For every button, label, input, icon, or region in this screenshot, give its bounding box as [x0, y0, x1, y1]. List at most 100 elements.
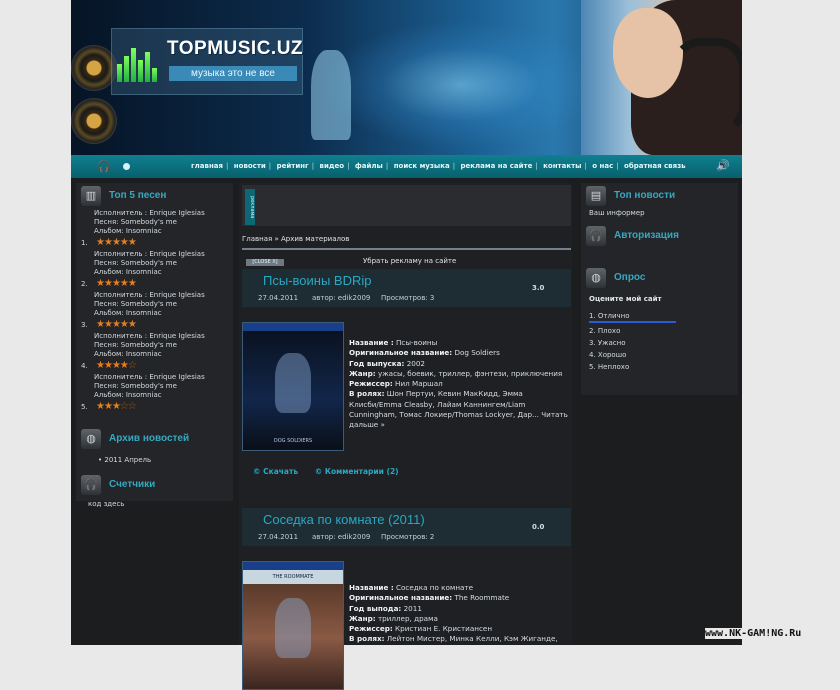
post-actions: © Скачать © Комментарии (2) [253, 467, 413, 476]
poll-option[interactable]: 4. Хорошо [589, 349, 738, 361]
nav-link-advertising[interactable]: реклама на сайте [458, 162, 536, 170]
auth-title[interactable]: Авторизация [614, 230, 679, 241]
star-rating[interactable]: ★★★★★ [96, 237, 137, 248]
archive-item-label[interactable]: 2011 Апрель [104, 456, 151, 464]
post-author[interactable]: автор: edik2009 [312, 533, 370, 541]
star-filled-icon[interactable]: ★ [104, 360, 113, 371]
star-rating[interactable]: ★★★★★ [96, 319, 137, 330]
nav-link-files[interactable]: файлы [352, 162, 386, 170]
star-filled-icon[interactable]: ★ [96, 360, 105, 371]
breadcrumb[interactable]: Главная » Архив материалов [242, 235, 349, 243]
post-rating: 0.0 [532, 523, 545, 531]
globe-icon: ◍ [586, 268, 606, 288]
song-item[interactable]: 4. Исполнитель : Enrique Iglesias Песня:… [81, 332, 233, 373]
star-rating[interactable]: ★★★★☆ [96, 360, 137, 371]
star-filled-icon[interactable]: ★ [128, 319, 137, 330]
post-field: Название : Псы-воины [349, 338, 571, 348]
site-logo[interactable]: TOPMUSIC.UZ [167, 38, 303, 60]
star-filled-icon[interactable]: ★ [96, 401, 105, 412]
star-filled-icon[interactable]: ★ [120, 278, 129, 289]
news-informer: Ваш информер [589, 209, 645, 217]
nav-link-rating[interactable]: рейтинг [274, 162, 312, 170]
field-key: Оригинальное название: [349, 348, 453, 358]
poll-options: 1. Отлично 2. Плохо 3. Ужасно 4. Хорошо … [589, 311, 738, 373]
star-empty-icon[interactable]: ☆ [120, 401, 129, 412]
archive-title: Архив новостей [109, 433, 190, 444]
star-filled-icon[interactable]: ★ [104, 278, 113, 289]
news-header: ▤ Топ новости [581, 183, 738, 209]
archive-item[interactable]: • 2011 Апрель [98, 456, 233, 464]
site-slogan: музыка это не все [169, 66, 297, 81]
song-artist: Исполнитель : Enrique Iglesias [94, 291, 205, 299]
nav-link-news[interactable]: новости [231, 162, 269, 170]
star-filled-icon[interactable]: ★ [104, 401, 113, 412]
post-field: Режиссер: Нил Маршал [349, 379, 571, 389]
poster-figure [275, 353, 311, 413]
post-poster-image[interactable]: THE ROOMMATE [242, 561, 344, 690]
download-link[interactable]: © Скачать [253, 467, 298, 476]
star-filled-icon[interactable]: ★ [96, 237, 105, 248]
star-filled-icon[interactable]: ★ [112, 319, 121, 330]
star-filled-icon[interactable]: ★ [112, 401, 121, 412]
post-field: Оригинальное название: The Roommate [349, 593, 571, 603]
main-content: реклама Главная » Архив материалов [CLOS… [239, 183, 572, 690]
star-filled-icon[interactable]: ★ [104, 237, 113, 248]
song-number: 4. [81, 362, 88, 370]
nav-link-video[interactable]: видео [317, 162, 348, 170]
nav-link-about[interactable]: о нас [589, 162, 616, 170]
song-album: Альбом: Insomniac [94, 227, 162, 235]
nav-link-music-search[interactable]: поиск музыка [391, 162, 453, 170]
poll-question: Оцените мой сайт [589, 295, 662, 303]
post-title-link[interactable]: Псы-воины BDRip [263, 273, 371, 288]
star-filled-icon[interactable]: ★ [120, 360, 129, 371]
site-container: TOPMUSIC.UZ музыка это не все 🎧 главная |… [71, 0, 742, 690]
post-title-link[interactable]: Соседка по комнате (2011) [263, 512, 425, 527]
star-filled-icon[interactable]: ★ [120, 237, 129, 248]
nav-link-feedback[interactable]: обратная связь [621, 162, 689, 170]
star-filled-icon[interactable]: ★ [120, 319, 129, 330]
star-filled-icon[interactable]: ★ [112, 237, 121, 248]
volume-icon[interactable]: 🔊 [716, 159, 730, 172]
song-item[interactable]: 5. Исполнитель : Enrique Iglesias Песня:… [81, 373, 233, 414]
star-filled-icon[interactable]: ★ [128, 237, 137, 248]
field-value: Кристиан Е. Кристиансен [395, 624, 493, 634]
post-author[interactable]: автор: edik2009 [312, 294, 370, 302]
star-filled-icon[interactable]: ★ [96, 319, 105, 330]
post-field: Год выпуска: 2002 [349, 359, 571, 369]
post-poster-image[interactable]: DOG SOLDIERS [242, 322, 344, 451]
post-field: Год выпода: 2011 [349, 604, 571, 614]
poll-option[interactable]: 1. Отлично [589, 311, 676, 323]
star-filled-icon[interactable]: ★ [112, 278, 121, 289]
field-value: Соседка по комнате [396, 583, 474, 592]
close-ad-button[interactable]: [CLOSE X] [246, 259, 284, 266]
star-filled-icon[interactable]: ★ [112, 360, 121, 371]
poll-option[interactable]: 3. Ужасно [589, 337, 738, 349]
remove-ad-link[interactable]: Убрать рекламу на сайте [363, 257, 456, 265]
star-filled-icon[interactable]: ★ [128, 278, 137, 289]
star-filled-icon[interactable]: ★ [96, 278, 105, 289]
post-description: Название : Соседка по комнате Оригинальн… [349, 583, 571, 645]
post-field: Название : Соседка по комнате [349, 583, 571, 593]
comments-link[interactable]: © Комментарии (2) [315, 467, 399, 476]
field-value: 2011 [403, 603, 422, 613]
star-rating[interactable]: ★★★★★ [96, 278, 137, 289]
star-filled-icon[interactable]: ★ [104, 319, 113, 330]
song-artist: Исполнитель : Enrique Iglesias [94, 332, 205, 340]
song-item[interactable]: 1. Исполнитель : Enrique Iglesias Песня:… [81, 209, 233, 250]
field-key: В ролях: [349, 634, 385, 644]
song-artist: Исполнитель : Enrique Iglesias [94, 209, 205, 217]
dancer-graphic [311, 50, 351, 140]
star-empty-icon[interactable]: ☆ [128, 401, 137, 412]
song-info: Исполнитель : Enrique Iglesias Песня: So… [94, 209, 205, 236]
star-empty-icon[interactable]: ☆ [128, 360, 137, 371]
song-item[interactable]: 2. Исполнитель : Enrique Iglesias Песня:… [81, 250, 233, 291]
poll-option[interactable]: 2. Плохо [589, 325, 738, 337]
nav-link-contacts[interactable]: контакты [540, 162, 584, 170]
song-title: Песня: Somebody's me [94, 341, 177, 349]
star-rating[interactable]: ★★★☆☆ [96, 401, 137, 412]
banner-glow [321, 20, 601, 150]
poll-option[interactable]: 5. Неплохо [589, 361, 738, 373]
ad-banner[interactable]: реклама [242, 185, 571, 226]
nav-link-home[interactable]: главная [188, 162, 226, 170]
song-item[interactable]: 3. Исполнитель : Enrique Iglesias Песня:… [81, 291, 233, 332]
